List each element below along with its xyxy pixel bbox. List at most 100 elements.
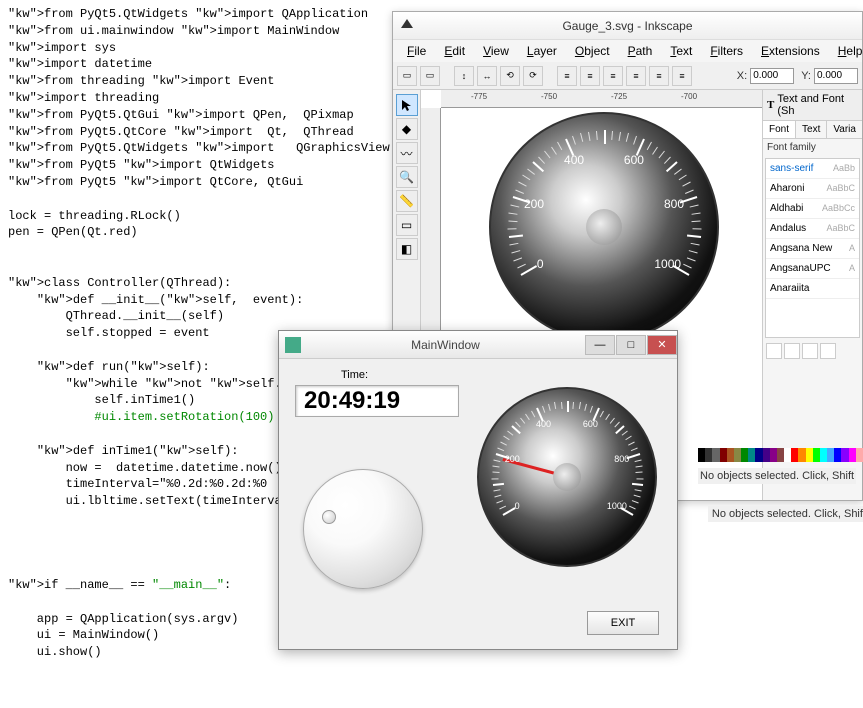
- tweak-tool[interactable]: 〰: [396, 142, 418, 164]
- color-swatch-row[interactable]: [698, 448, 863, 462]
- align-left-icon[interactable]: [766, 343, 782, 359]
- color-swatch[interactable]: [727, 448, 734, 462]
- maximize-button[interactable]: □: [616, 335, 646, 355]
- text-align-row[interactable]: [763, 340, 862, 362]
- toolbar-btn[interactable]: ↔: [477, 66, 497, 86]
- gauge-svg-inkscape[interactable]: 02004006008001000: [489, 112, 719, 342]
- color-swatch[interactable]: [763, 448, 770, 462]
- zoom-tool[interactable]: 🔍: [396, 166, 418, 188]
- color-swatch[interactable]: [798, 448, 805, 462]
- qt-mainwindow: MainWindow — □ ✕ Time: 20:49:19 02004006…: [278, 330, 678, 650]
- toolbar-btn[interactable]: ≡: [626, 66, 646, 86]
- toolbar-btn[interactable]: ≡: [557, 66, 577, 86]
- x-input[interactable]: [750, 68, 794, 84]
- toolbar-btn[interactable]: ≡: [672, 66, 692, 86]
- toolbar-btn[interactable]: ≡: [603, 66, 623, 86]
- measure-tool[interactable]: 📏: [396, 190, 418, 212]
- menu-object[interactable]: Object: [567, 42, 618, 60]
- color-swatch[interactable]: [820, 448, 827, 462]
- mainwindow-title: MainWindow: [307, 338, 584, 352]
- toolbar-btn[interactable]: ≡: [649, 66, 669, 86]
- inkscape-icon: [399, 18, 415, 34]
- menu-extensions[interactable]: Extensions: [753, 42, 828, 60]
- 3dbox-tool[interactable]: ◧: [396, 238, 418, 260]
- menu-help[interactable]: Help: [830, 42, 863, 60]
- color-swatch[interactable]: [698, 448, 705, 462]
- color-swatch[interactable]: [748, 448, 755, 462]
- toolbar-btn[interactable]: ▭: [420, 66, 440, 86]
- font-panel-tabs[interactable]: FontTextVaria: [763, 121, 862, 139]
- node-tool[interactable]: ◆: [396, 118, 418, 140]
- font-item[interactable]: AndalusAaBbC: [766, 219, 859, 239]
- inkscape-menubar[interactable]: FileEditViewLayerObjectPathTextFiltersEx…: [393, 40, 862, 62]
- align-right-icon[interactable]: [802, 343, 818, 359]
- y-input[interactable]: [814, 68, 858, 84]
- gauge-number: 600: [583, 419, 598, 429]
- menu-view[interactable]: View: [475, 42, 517, 60]
- color-swatch[interactable]: [720, 448, 727, 462]
- menu-edit[interactable]: Edit: [436, 42, 473, 60]
- toolbar-btn[interactable]: ↕: [454, 66, 474, 86]
- gauge-number: 600: [624, 153, 644, 167]
- font-tab-varia[interactable]: Varia: [827, 121, 862, 138]
- color-swatch[interactable]: [734, 448, 741, 462]
- text-font-panel[interactable]: T Text and Font (Sh FontTextVaria Font f…: [762, 90, 862, 500]
- toolbar-btn[interactable]: ≡: [580, 66, 600, 86]
- font-item[interactable]: sans-serifAaBb: [766, 159, 859, 179]
- gauge-number: 200: [524, 197, 544, 211]
- font-item[interactable]: AngsanaUPCA: [766, 259, 859, 279]
- inkscape-titlebar[interactable]: Gauge_3.svg - Inkscape: [393, 12, 862, 40]
- color-swatch[interactable]: [834, 448, 841, 462]
- mainwindow-body: Time: 20:49:19 02004006008001000 EXIT: [279, 359, 677, 649]
- color-swatch[interactable]: [770, 448, 777, 462]
- color-swatch[interactable]: [705, 448, 712, 462]
- color-swatch[interactable]: [741, 448, 748, 462]
- close-button[interactable]: ✕: [647, 335, 677, 355]
- color-swatch[interactable]: [806, 448, 813, 462]
- app-icon: [285, 337, 301, 353]
- align-center-icon[interactable]: [784, 343, 800, 359]
- font-item[interactable]: Anaraiita: [766, 279, 859, 299]
- color-swatch[interactable]: [841, 448, 848, 462]
- y-label: Y:: [801, 70, 811, 82]
- color-swatch[interactable]: [813, 448, 820, 462]
- gauge-number: 0: [515, 501, 520, 511]
- toolbar-btn[interactable]: ⟳: [523, 66, 543, 86]
- color-swatch[interactable]: [856, 448, 863, 462]
- color-swatch[interactable]: [712, 448, 719, 462]
- rect-tool[interactable]: ▭: [396, 214, 418, 236]
- font-panel-title: T Text and Font (Sh: [763, 90, 862, 121]
- x-label: X:: [737, 70, 747, 82]
- menu-filters[interactable]: Filters: [702, 42, 751, 60]
- color-swatch[interactable]: [755, 448, 762, 462]
- color-swatch[interactable]: [791, 448, 798, 462]
- gauge-number: 400: [536, 419, 551, 429]
- status-text: No objects selected. Click, Shift: [698, 468, 856, 484]
- mainwindow-titlebar[interactable]: MainWindow — □ ✕: [279, 331, 677, 359]
- inkscape-toolbar[interactable]: ▭ ▭ ↕ ↔ ⟲ ⟳ ≡ ≡ ≡ ≡ ≡ ≡ X: Y:: [393, 62, 862, 90]
- inkscape-title: Gauge_3.svg - Inkscape: [562, 19, 692, 33]
- align-justify-icon[interactable]: [820, 343, 836, 359]
- color-swatch[interactable]: [849, 448, 856, 462]
- menu-path[interactable]: Path: [620, 42, 661, 60]
- menu-layer[interactable]: Layer: [519, 42, 565, 60]
- font-item[interactable]: AldhabiAaBbCc: [766, 199, 859, 219]
- dial-knob[interactable]: [303, 469, 423, 589]
- font-tab-text[interactable]: Text: [796, 121, 827, 138]
- selector-tool[interactable]: [396, 94, 418, 116]
- color-swatch[interactable]: [777, 448, 784, 462]
- menu-file[interactable]: File: [399, 42, 434, 60]
- font-tab-font[interactable]: Font: [763, 121, 796, 138]
- color-swatch[interactable]: [784, 448, 791, 462]
- toolbar-btn[interactable]: ▭: [397, 66, 417, 86]
- exit-button[interactable]: EXIT: [587, 611, 659, 635]
- minimize-button[interactable]: —: [585, 335, 615, 355]
- color-swatch[interactable]: [827, 448, 834, 462]
- gauge-widget: 02004006008001000: [477, 387, 657, 567]
- font-item[interactable]: Angsana NewA: [766, 239, 859, 259]
- menu-text[interactable]: Text: [662, 42, 700, 60]
- time-display: 20:49:19: [295, 385, 459, 417]
- toolbar-btn[interactable]: ⟲: [500, 66, 520, 86]
- font-item[interactable]: AharoniAaBbC: [766, 179, 859, 199]
- font-list[interactable]: sans-serifAaBbAharoniAaBbCAldhabiAaBbCcA…: [765, 158, 860, 338]
